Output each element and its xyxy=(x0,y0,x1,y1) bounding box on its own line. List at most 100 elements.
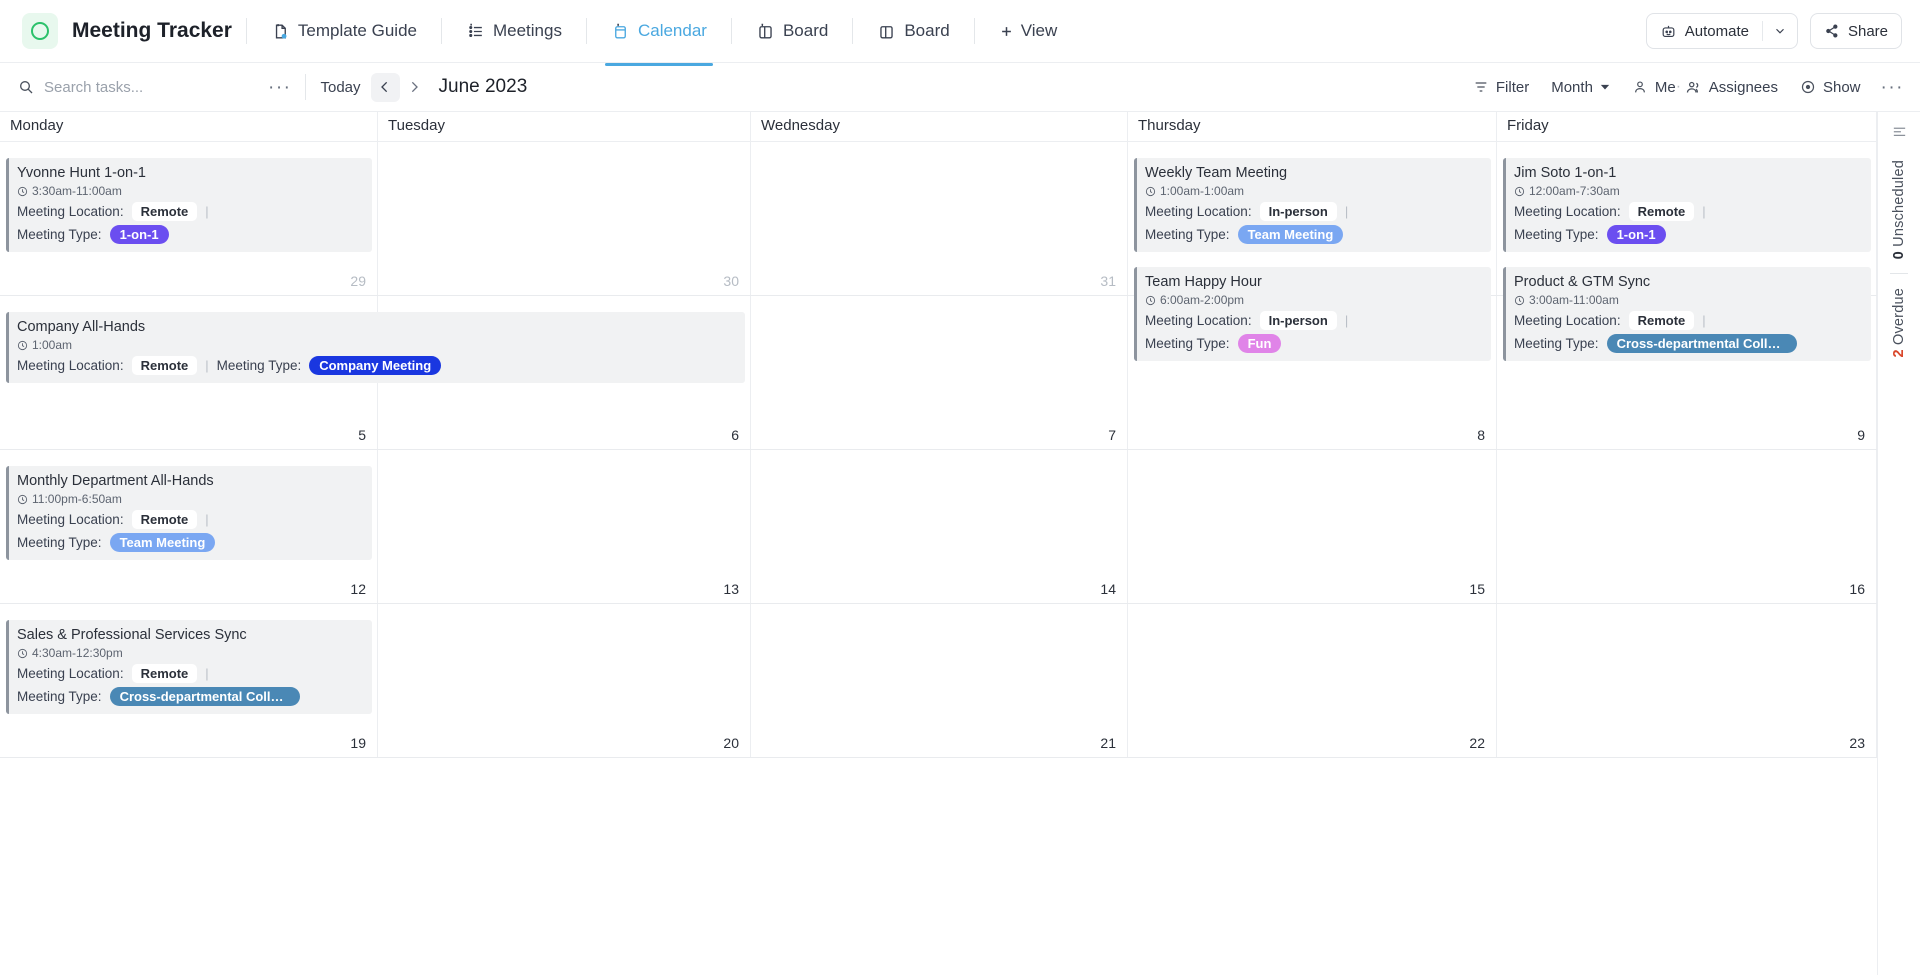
tab-meetings[interactable]: Meetings xyxy=(456,15,572,47)
tab-calendar[interactable]: Calendar xyxy=(601,15,717,66)
overdue-count: 2 xyxy=(1891,349,1907,358)
day-number: 19 xyxy=(350,735,366,751)
filter-label: Filter xyxy=(1495,78,1530,96)
type-value-chip[interactable]: 1-on-1 xyxy=(109,225,169,245)
overdue-counter[interactable]: 2 Overdue xyxy=(1891,288,1907,358)
day-number: 31 xyxy=(1100,273,1116,289)
calendar-event-card[interactable]: Weekly Team Meeting 1:00am-1:00am Meeting … xyxy=(1134,158,1491,253)
unscheduled-label: Unscheduled xyxy=(1891,160,1907,247)
location-value-chip[interactable]: Remote xyxy=(131,664,198,684)
location-value-chip[interactable]: Remote xyxy=(131,202,198,222)
calendar-day-cell[interactable]: 14 xyxy=(751,450,1128,603)
event-type-group: Meeting Type: Cross-departmental Collab..… xyxy=(17,687,300,707)
calendar-day-cell[interactable]: 7 xyxy=(751,296,1128,449)
today-button[interactable]: Today xyxy=(320,79,360,96)
tab-board-1[interactable]: Board xyxy=(746,15,838,47)
search-input[interactable] xyxy=(44,78,234,96)
next-month-button[interactable] xyxy=(400,73,429,102)
view-mode-selector[interactable]: Month xyxy=(1551,79,1610,96)
prev-month-button[interactable] xyxy=(370,72,400,102)
search-icon xyxy=(20,81,33,94)
calendar-day-cell[interactable]: 23 xyxy=(1497,604,1877,757)
header-divider xyxy=(585,18,587,44)
type-value-chip[interactable]: Team Meeting xyxy=(1237,225,1344,245)
show-button[interactable]: Show xyxy=(1800,79,1861,96)
automate-button-group[interactable]: Automate xyxy=(1645,13,1798,49)
type-field-label: Meeting Type: xyxy=(17,227,102,243)
tab-template-guide[interactable]: Template Guide xyxy=(261,15,427,47)
calendar-week-row: 29303112Yvonne Hunt 1-on-13:30am-11:00am… xyxy=(0,142,1877,362)
board-icon xyxy=(759,23,772,39)
filter-button[interactable]: Filter xyxy=(1473,79,1529,96)
add-view-button[interactable]: View xyxy=(989,15,1068,47)
active-tab-underline xyxy=(604,63,713,66)
tab-label: Calendar xyxy=(637,21,707,40)
plus-icon xyxy=(1001,26,1011,36)
calendar-day-cell[interactable]: 21 xyxy=(751,604,1128,757)
type-value-chip[interactable]: Cross-departmental Collab... xyxy=(109,687,300,707)
app-logo[interactable] xyxy=(22,13,58,49)
calendar-event-card[interactable]: Jim Soto 1-on-1 12:00am-7:30am Meeting Loc… xyxy=(1503,158,1871,253)
robot-icon xyxy=(1662,25,1675,37)
weekday-header-row: Monday Tuesday Wednesday Thursday Friday xyxy=(0,112,1877,142)
calendar-event-card[interactable]: Sales & Professional Services Sync 4:30am… xyxy=(6,620,372,715)
location-field-label: Meeting Location: xyxy=(17,666,124,682)
calendar-event-card[interactable]: Company All-Hands 1:00am Meeting Location:… xyxy=(6,312,745,384)
calendar-day-cell[interactable]: 30 xyxy=(378,142,751,295)
type-field-label: Meeting Type: xyxy=(1145,227,1230,243)
calendar-event-card[interactable]: Monthly Department All-Hands 11:00pm-6:50… xyxy=(6,466,372,561)
calendar-toolbar: ··· Today June 2023 Filter Month Me · As… xyxy=(0,63,1920,112)
location-value-chip[interactable]: Remote xyxy=(131,356,198,376)
share-label: Share xyxy=(1847,22,1888,40)
assignees-filter-button[interactable]: Assignees xyxy=(1685,79,1778,96)
location-field-label: Meeting Location: xyxy=(17,512,124,528)
share-button[interactable]: Share xyxy=(1809,13,1902,49)
calendar-day-cell[interactable]: 13 xyxy=(378,450,751,603)
event-title: Product & GTM Sync xyxy=(1514,274,1651,290)
clock-icon xyxy=(17,186,28,196)
weekday-header: Monday xyxy=(0,112,378,141)
event-fields-row: Meeting Location: Remote | xyxy=(17,202,363,222)
calendar-day-cell[interactable]: 8 xyxy=(1128,296,1497,449)
header-divider xyxy=(440,18,442,44)
automate-caret-button[interactable] xyxy=(1763,14,1797,48)
calendar-day-cell[interactable]: 22 xyxy=(1128,604,1497,757)
panel-lines-icon[interactable] xyxy=(1891,124,1908,146)
event-time: 4:30am-12:30pm xyxy=(17,646,363,660)
calendar-event-card[interactable]: Yvonne Hunt 1-on-1 3:30am-11:00am Meeting … xyxy=(6,158,372,253)
calendar-day-cell[interactable]: 31 xyxy=(751,142,1128,295)
tab-board-2[interactable]: Board xyxy=(867,15,959,47)
calendar-grid: Monday Tuesday Wednesday Thursday Friday 29 3… xyxy=(0,112,1877,975)
location-value-chip[interactable]: In-person xyxy=(1259,202,1337,222)
chevron-right-icon xyxy=(411,81,418,93)
chevron-down-icon xyxy=(1776,28,1784,34)
calendar-day-cell[interactable]: 20 xyxy=(378,604,751,757)
event-time: 3:30am-11:00am xyxy=(17,184,363,198)
clock-icon xyxy=(1514,186,1525,196)
day-number: 30 xyxy=(723,273,739,289)
calendar-day-cell[interactable]: 16 xyxy=(1497,450,1877,603)
calendar-day-cell[interactable]: 15 xyxy=(1128,450,1497,603)
search-more-button[interactable]: ··· xyxy=(268,78,291,97)
calendar-day-cell[interactable]: 9 xyxy=(1497,296,1877,449)
day-number: 22 xyxy=(1469,735,1485,751)
unscheduled-counter[interactable]: 0 Unscheduled xyxy=(1891,160,1907,259)
automate-label: Automate xyxy=(1684,22,1749,40)
location-value-chip[interactable]: Remote xyxy=(1628,202,1695,222)
tab-label: Board xyxy=(782,21,829,40)
header-divider xyxy=(852,18,854,44)
calendar-week-row: 19 20 21 22 23 Sales & Professional Services … xyxy=(0,604,1877,758)
field-separator: | xyxy=(205,358,209,374)
weekday-header: Friday xyxy=(1497,112,1877,141)
type-value-chip[interactable]: 1-on-1 xyxy=(1606,225,1666,245)
app-title: Meeting Tracker xyxy=(72,19,232,42)
automate-button[interactable]: Automate xyxy=(1647,14,1762,48)
search-box[interactable] xyxy=(18,78,268,96)
type-value-chip[interactable]: Team Meeting xyxy=(109,533,216,553)
weekday-header: Thursday xyxy=(1128,112,1497,141)
event-type-group: Meeting Type: 1-on-1 xyxy=(17,225,169,245)
location-value-chip[interactable]: Remote xyxy=(131,510,198,530)
type-value-chip[interactable]: Company Meeting xyxy=(309,356,442,376)
me-filter-button[interactable]: Me xyxy=(1632,79,1676,96)
toolbar-more-button[interactable]: ··· xyxy=(1881,78,1904,97)
